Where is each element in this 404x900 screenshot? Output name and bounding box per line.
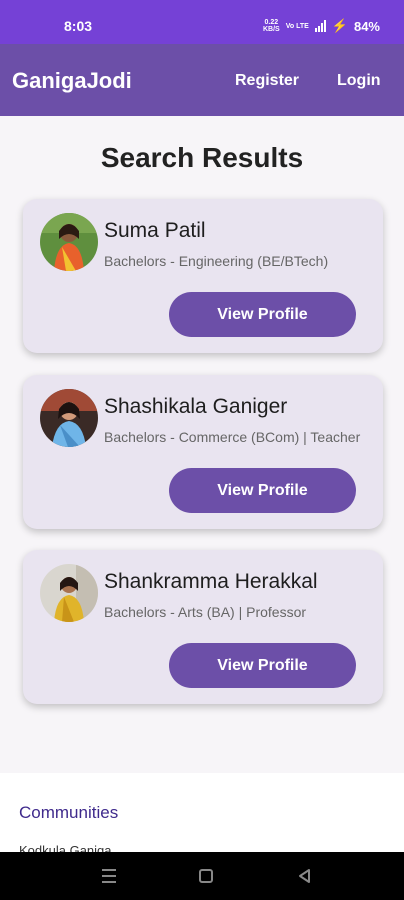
register-link[interactable]: Register — [235, 72, 299, 90]
view-profile-button[interactable]: View Profile — [169, 292, 356, 337]
view-profile-button[interactable]: View Profile — [169, 643, 356, 688]
profile-details: Bachelors - Arts (BA) | Professor — [104, 604, 307, 620]
profile-name: Shashikala Ganiger — [104, 395, 288, 418]
charging-icon: ⚡ — [331, 18, 348, 33]
back-nav-icon[interactable] — [297, 868, 311, 884]
status-time: 8:03 — [64, 18, 93, 34]
home-nav-icon[interactable] — [199, 869, 213, 883]
profile-card: Suma Patil Bachelors - Engineering (BE/B… — [23, 199, 383, 353]
footer: Communities Kodkula Ganiga — [0, 773, 404, 853]
profile-details: Bachelors - Engineering (BE/BTech) — [104, 253, 329, 269]
profile-name: Suma Patil — [104, 219, 206, 242]
avatar[interactable] — [40, 564, 98, 622]
profile-name: Shankramma Herakkal — [104, 570, 318, 593]
communities-heading: Communities — [19, 803, 119, 822]
profile-card: Shashikala Ganiger Bachelors - Commerce … — [23, 375, 383, 529]
page-title: Search Results — [100, 142, 304, 173]
status-bar: 8:03 0.22 KB/S Vo LTE ⚡ 84% — [0, 0, 404, 44]
view-profile-button[interactable]: View Profile — [169, 468, 356, 513]
profile-card: Shankramma Herakkal Bachelors - Arts (BA… — [23, 550, 383, 704]
signal-icon — [314, 20, 326, 32]
brand-logo[interactable]: GanigaJodi — [12, 68, 132, 94]
network-speed: 0.22 KB/S — [262, 19, 280, 33]
avatar[interactable] — [40, 213, 98, 271]
avatar[interactable] — [40, 389, 98, 447]
login-link[interactable]: Login — [337, 72, 381, 90]
status-indicators: 0.22 KB/S Vo LTE ⚡ 84% — [263, 18, 380, 34]
battery-level: 84% — [353, 18, 380, 34]
app-bar: GanigaJodi Register Login — [0, 44, 404, 116]
menu-nav-icon[interactable] — [102, 869, 116, 887]
system-nav-bar — [0, 852, 404, 900]
volte-label: Vo LTE — [285, 22, 309, 30]
profile-details: Bachelors - Commerce (BCom) | Teacher — [104, 429, 361, 445]
